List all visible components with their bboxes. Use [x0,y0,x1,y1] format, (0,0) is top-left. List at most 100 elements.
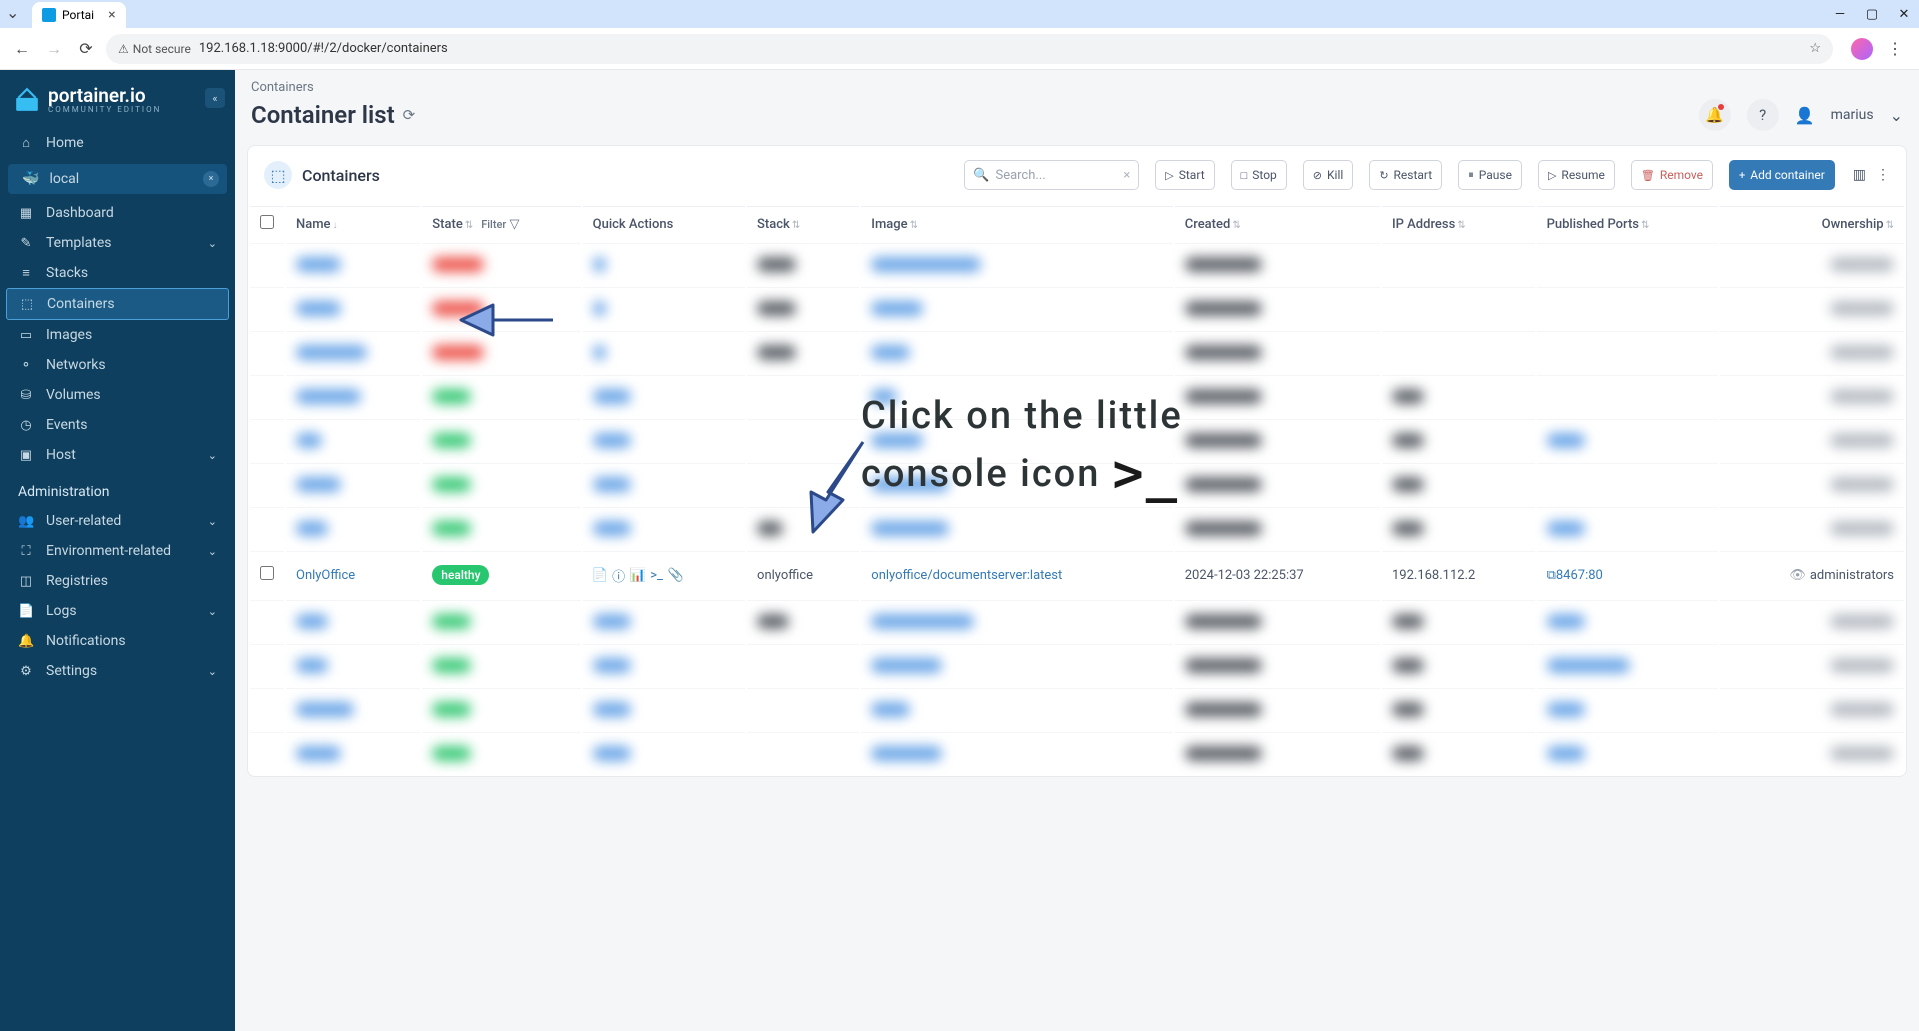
table-row: xxxxxxxxxxxxxxxxxxxxxxxxxxxxxxxxxxxxxxxx… [250,507,1904,549]
notifications-button[interactable]: 🔔 [1699,99,1731,131]
col-ports[interactable]: Published Ports⇅ [1537,206,1718,241]
reload-button[interactable]: ⟳ [74,37,98,61]
chevron-down-icon: ⌄ [208,237,217,250]
filter-funnel-icon[interactable]: ▽ [510,217,520,232]
minimize-icon[interactable]: — [1831,7,1849,22]
pause-button[interactable]: ⏸Pause [1458,160,1522,190]
url-text: 192.168.1.18:9000/#!/2/docker/containers [199,41,448,56]
sidebar-item-host[interactable]: ▣Host⌄ [0,440,235,470]
table-row: xxxxxxxxxxxxxxxxxxxxxxxxxxxxxxxxxxxxxxxx… [250,243,1904,285]
profile-avatar[interactable] [1851,38,1873,60]
select-all-checkbox[interactable] [260,215,274,229]
maximize-icon[interactable]: ▢ [1863,7,1881,22]
add-container-button[interactable]: +Add container [1729,160,1835,190]
browser-tab[interactable]: Portai × [32,2,126,28]
start-button[interactable]: ▷Start [1155,160,1214,190]
bookmark-star-icon[interactable]: ☆ [1809,41,1821,56]
btn-label: Stop [1252,168,1277,182]
sidebar-item-home[interactable]: ⌂ Home [0,128,235,158]
tab-list-dropdown-icon[interactable]: ⌄ [6,3,19,22]
inspect-icon[interactable]: ⓘ [612,568,626,582]
col-label: Image [871,217,907,232]
environment-close-icon[interactable]: × [203,171,219,187]
sidebar-item-containers[interactable]: ⬚Containers [6,288,229,320]
sidebar-item-settings[interactable]: ⚙Settings⌄ [0,656,235,686]
table-row: xxxxxxxxxxxxxxxxxxxxxxxxxxxxxxxxxxxxxxxx… [250,375,1904,417]
back-button[interactable]: ← [10,37,34,61]
published-port-link[interactable]: ⧉8467:80 [1547,568,1603,583]
sidebar-item-environment-related[interactable]: ⛶Environment-related⌄ [0,536,235,566]
kill-icon: ⊘ [1313,169,1322,182]
container-name-link[interactable]: OnlyOffice [296,568,355,583]
kill-button[interactable]: ⊘Kill [1303,160,1354,190]
table-row: xxxxxxxxxxxxxxxxxxxxxxxxxxxxxxxxxxxxxxxx… [250,688,1904,730]
forward-button[interactable]: → [42,37,66,61]
trash-icon: 🗑 [1641,169,1655,182]
resume-button[interactable]: ▷Resume [1538,160,1615,190]
docker-icon: 🐳 [22,171,39,187]
sidebar-item-images[interactable]: ▭Images [0,320,235,350]
sidebar-item-events[interactable]: ◷Events [0,410,235,440]
browser-toolbar: ← → ⟳ ⚠ Not secure 192.168.1.18:9000/#!/… [0,28,1919,70]
main-content: Containers Container list ⟳ 🔔 ? 👤 marius… [235,70,1919,1031]
image-link[interactable]: onlyoffice/documentserver:latest [871,568,1062,583]
logs-icon[interactable]: 📄 [593,568,607,582]
col-created[interactable]: Created⇅ [1175,206,1380,241]
plus-icon: + [1739,169,1745,182]
table-row: xxxxxxxxxxxxxxxxxxxxxxxxxxxxxxxxxxxxxxxx… [250,732,1904,774]
chevron-down-icon: ⌄ [208,515,217,528]
close-tab-icon[interactable]: × [108,7,115,23]
attach-icon[interactable]: 📎 [669,568,683,582]
sidebar-item-user-related[interactable]: 👥User-related⌄ [0,506,235,536]
filter-label[interactable]: Filter [481,218,506,231]
close-window-icon[interactable]: ✕ [1895,7,1913,22]
sort-down-icon: ↓ [333,220,338,231]
sidebar-item-stacks[interactable]: ≡Stacks [0,258,235,288]
more-menu-icon[interactable]: ⋮ [1876,167,1890,183]
sidebar-item-dashboard[interactable]: ▦Dashboard [0,198,235,228]
help-button[interactable]: ? [1747,99,1779,131]
brand-edition: COMMUNITY EDITION [48,105,161,114]
not-secure-label: Not secure [133,42,191,56]
external-link-icon: ⧉ [1547,568,1556,583]
col-image[interactable]: Image⇅ [861,206,1172,241]
col-state[interactable]: State⇅Filter ▽ [422,206,580,241]
logo[interactable]: portainer.io COMMUNITY EDITION « [0,82,235,128]
stop-button[interactable]: □Stop [1231,160,1287,190]
sidebar: portainer.io COMMUNITY EDITION « ⌂ Home … [0,70,235,1031]
sort-icon: ⇅ [1886,220,1894,231]
containers-card: ⬚ Containers 🔍 Search... × ▷Start □Stop … [247,145,1907,777]
sort-icon: ⇅ [465,220,473,231]
sidebar-item-registries[interactable]: ◫Registries [0,566,235,596]
sidebar-item-templates[interactable]: ✎Templates⌄ [0,228,235,258]
sidebar-item-label: Dashboard [46,205,114,221]
restart-button[interactable]: ↻Restart [1369,160,1442,190]
user-menu-chevron-icon[interactable]: ⌄ [1890,106,1903,125]
play-icon: ▷ [1165,169,1173,182]
remove-button[interactable]: 🗑Remove [1631,160,1713,190]
refresh-icon[interactable]: ⟳ [403,106,416,124]
search-input[interactable]: 🔍 Search... × [964,160,1139,190]
sidebar-item-label: User-related [46,513,121,529]
col-ownership[interactable]: Ownership⇅ [1720,206,1904,241]
row-checkbox[interactable] [260,566,274,580]
address-bar[interactable]: ⚠ Not secure 192.168.1.18:9000/#!/2/dock… [106,34,1833,64]
stats-icon[interactable]: 📊 [631,568,645,582]
col-label: Published Ports [1547,217,1639,232]
sort-icon: ⇅ [1457,220,1465,231]
sidebar-item-volumes[interactable]: ⛁Volumes [0,380,235,410]
table-row: xxxxxxxxxxxxxxxxxxxxxxxxxxxxxxxxxxxxxxxx… [250,644,1904,686]
col-stack[interactable]: Stack⇅ [747,206,859,241]
sidebar-item-networks[interactable]: ⚬Networks [0,350,235,380]
col-ip[interactable]: IP Address⇅ [1382,206,1535,241]
sidebar-item-label: Notifications [46,633,126,649]
clear-search-icon[interactable]: × [1123,168,1130,183]
console-icon[interactable]: >_ [650,568,664,582]
col-name[interactable]: Name↓ [286,206,420,241]
environment-selector[interactable]: 🐳 local × [8,164,227,194]
browser-menu-icon[interactable]: ⋮ [1887,39,1903,58]
sidebar-item-notifications[interactable]: 🔔Notifications [0,626,235,656]
sidebar-item-logs[interactable]: 📄Logs⌄ [0,596,235,626]
collapse-sidebar-button[interactable]: « [205,88,225,108]
columns-icon[interactable]: ▥ [1853,167,1866,183]
